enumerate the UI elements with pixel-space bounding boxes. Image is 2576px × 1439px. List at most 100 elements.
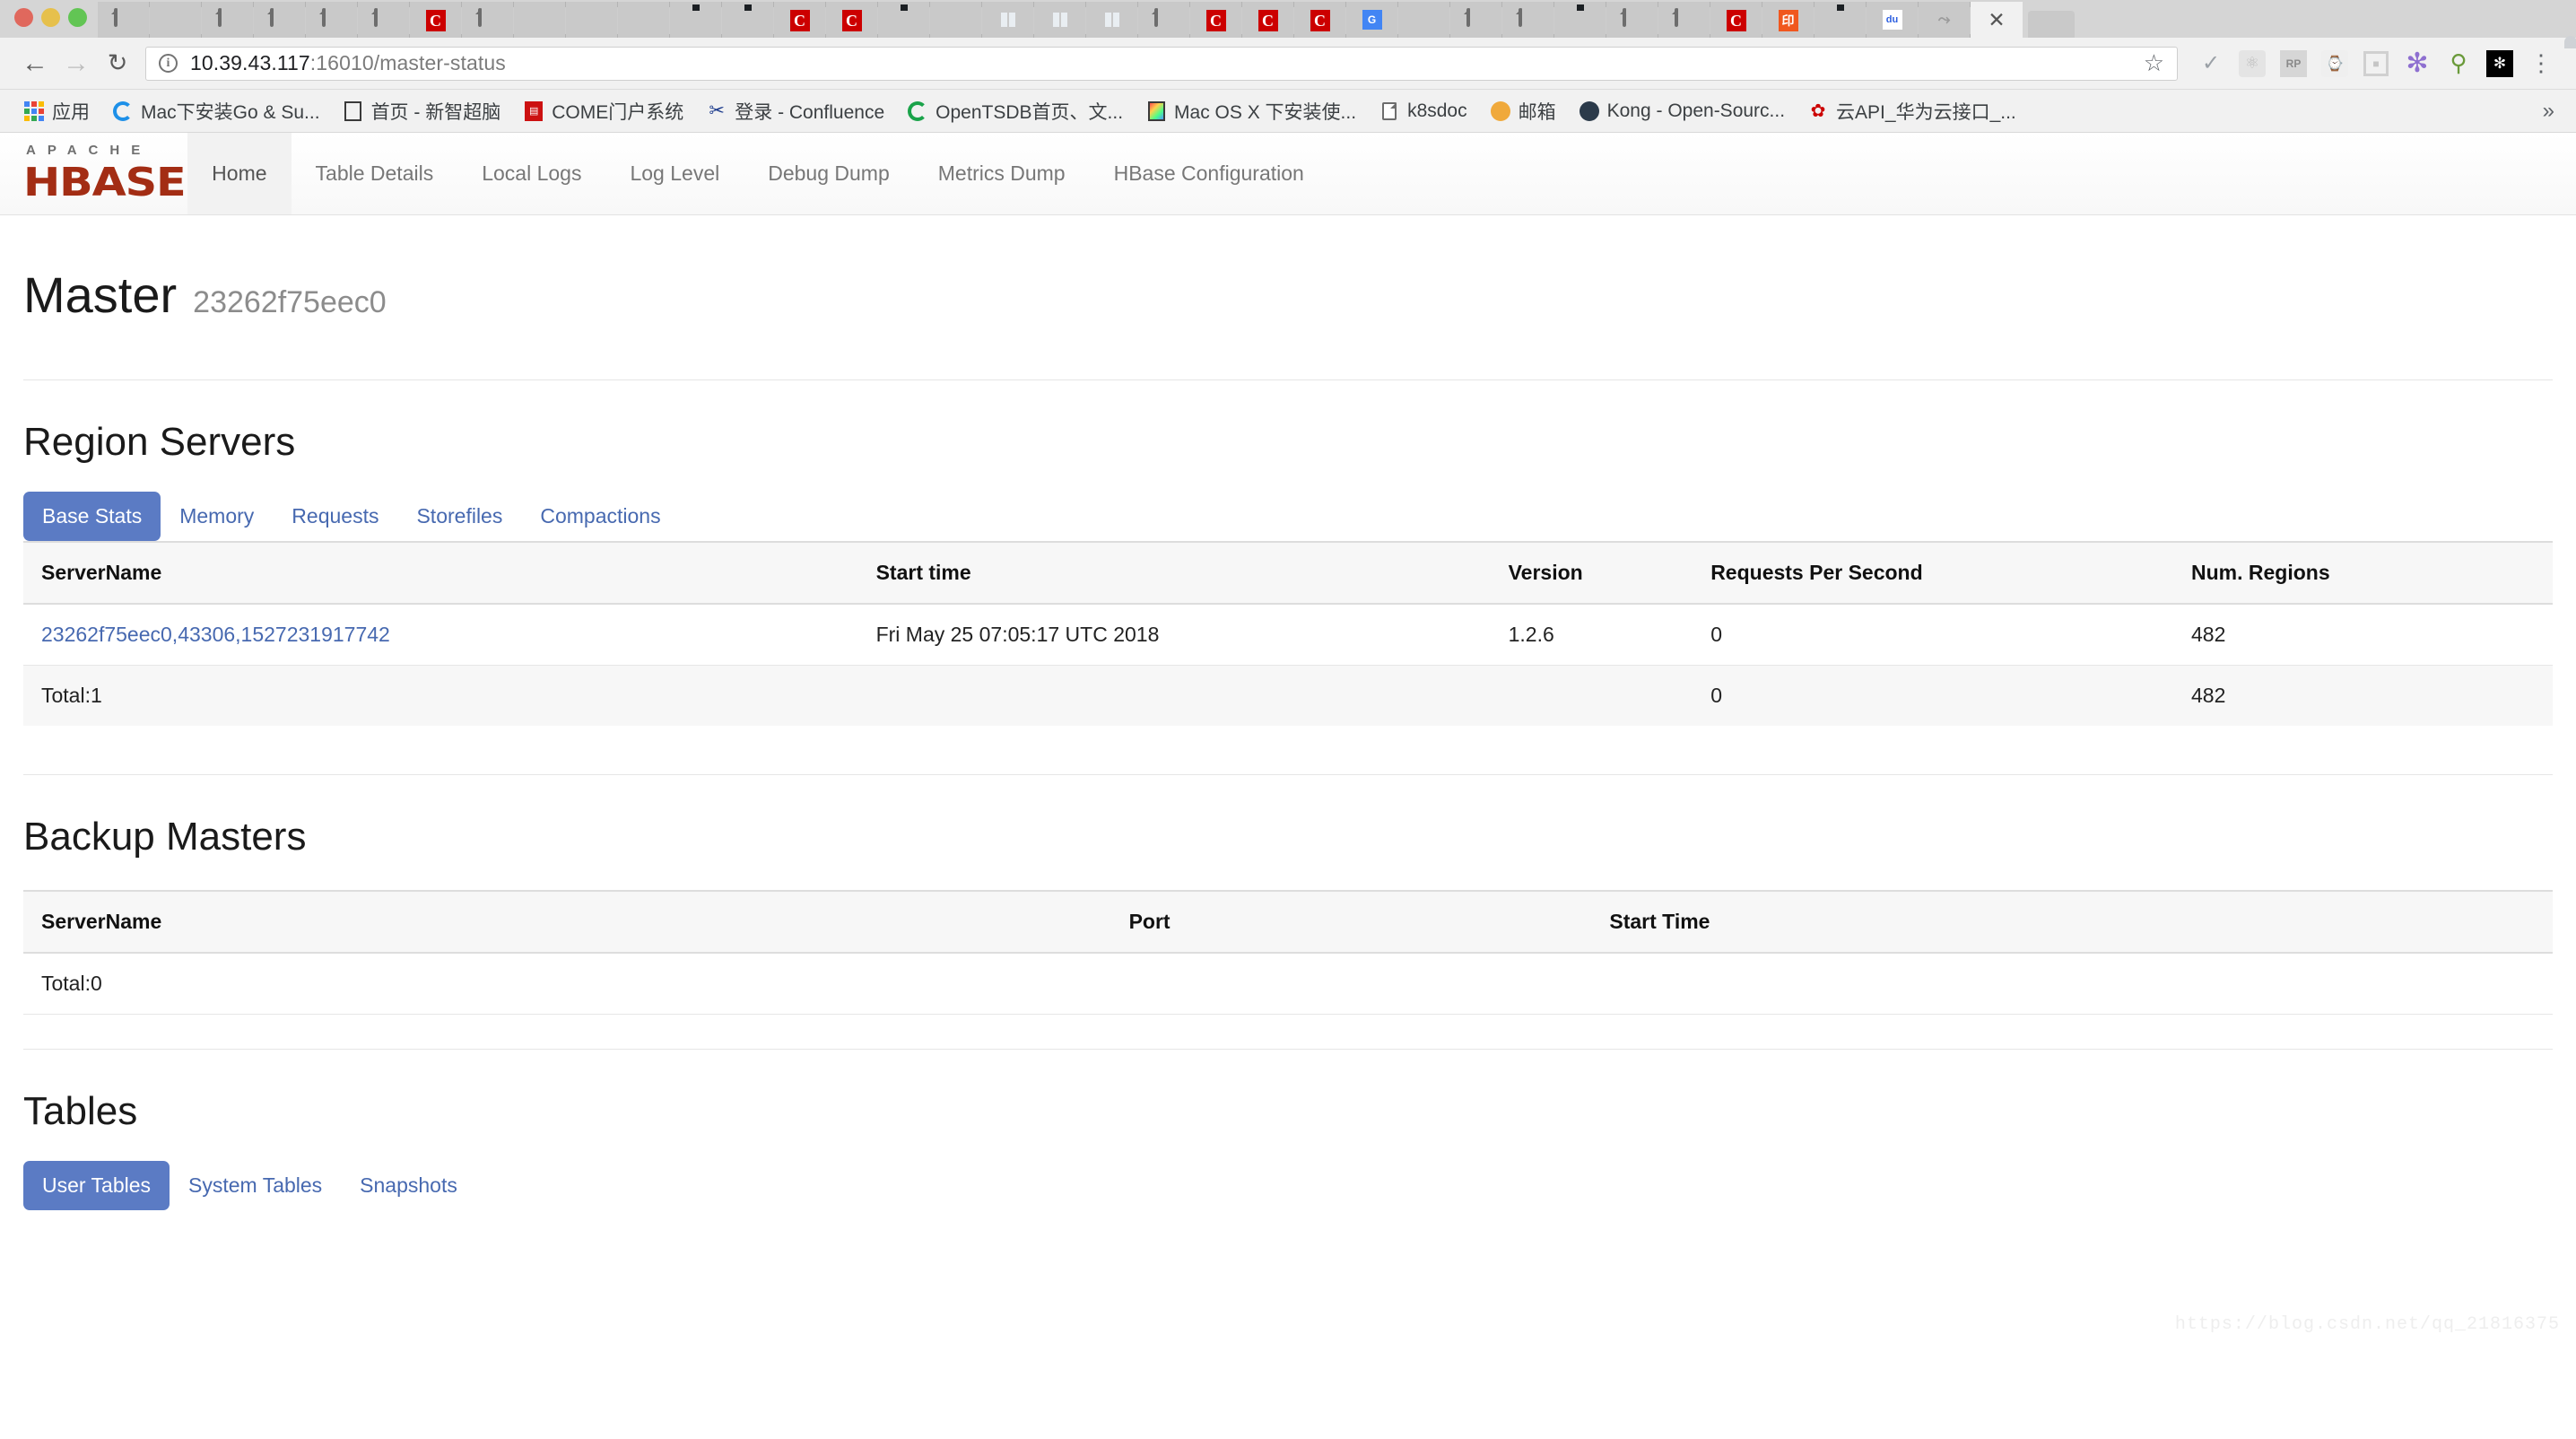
profile-avatar[interactable] bbox=[2560, 31, 2576, 38]
server-link[interactable]: 23262f75eec0,43306,1527231917742 bbox=[41, 623, 390, 646]
bookmark-item[interactable]: k8sdoc bbox=[1368, 93, 1479, 129]
browser-tab[interactable] bbox=[878, 2, 930, 38]
nav-item-local-logs[interactable]: Local Logs bbox=[457, 133, 605, 214]
confluence-icon: C bbox=[1258, 10, 1278, 31]
rs-tab-compactions[interactable]: Compactions bbox=[521, 492, 679, 541]
browser-tab[interactable]: du bbox=[1867, 2, 1919, 38]
browser-tab[interactable] bbox=[566, 2, 618, 38]
bookmarks-overflow-button[interactable]: » bbox=[2543, 99, 2563, 124]
bookmark-item[interactable]: 应用 bbox=[13, 93, 101, 129]
bookmark-item[interactable]: ✂ 登录 - Confluence bbox=[695, 93, 896, 129]
browser-tab[interactable] bbox=[150, 2, 202, 38]
hummingbird-icon[interactable]: ✓ bbox=[2190, 43, 2232, 84]
browser-tab[interactable]: C bbox=[774, 2, 826, 38]
tables-tab-user-tables[interactable]: User Tables bbox=[23, 1161, 170, 1210]
bookmark-label: 应用 bbox=[52, 101, 90, 123]
qr-code-icon[interactable]: ■ bbox=[2355, 43, 2397, 84]
browser-tab[interactable] bbox=[1502, 2, 1554, 38]
cross-star-icon[interactable]: ✻ bbox=[2397, 43, 2438, 84]
rs-tab-storefiles[interactable]: Storefiles bbox=[397, 492, 521, 541]
magnifier-extension-icon[interactable]: ⚲ bbox=[2438, 43, 2479, 84]
close-window-button[interactable] bbox=[14, 8, 33, 27]
browser-tab[interactable]: C bbox=[1190, 2, 1242, 38]
table-total-row: Total:0 bbox=[23, 953, 2553, 1015]
chrome-menu-icon[interactable]: ⋮ bbox=[2520, 43, 2562, 84]
tables-tab-system-tables[interactable]: System Tables bbox=[170, 1161, 341, 1210]
browser-tab[interactable] bbox=[1398, 2, 1450, 38]
browser-tab[interactable] bbox=[1658, 2, 1710, 38]
browser-tab[interactable]: C bbox=[1242, 2, 1294, 38]
cell-num-regions: 482 bbox=[2172, 604, 2553, 666]
bookmark-item[interactable]: 邮箱 bbox=[1479, 93, 1568, 129]
nav-item-table-details[interactable]: Table Details bbox=[292, 133, 458, 214]
hbase-logo[interactable]: APACHE HBASE bbox=[0, 133, 187, 214]
browser-tab[interactable] bbox=[202, 2, 254, 38]
browser-tab[interactable]: C bbox=[826, 2, 878, 38]
reload-button[interactable]: ↻ bbox=[97, 43, 138, 84]
apache-icon bbox=[634, 10, 654, 30]
nav-item-home[interactable]: Home bbox=[187, 133, 292, 214]
forward-button[interactable]: → bbox=[56, 43, 97, 84]
browser-tab[interactable] bbox=[306, 2, 358, 38]
browser-tab[interactable]: ⤳ bbox=[1919, 2, 1971, 38]
browser-tab[interactable] bbox=[1138, 2, 1190, 38]
page-title-row: Master 23262f75eec0 bbox=[23, 215, 2553, 324]
nav-item-hbase-configuration[interactable]: HBase Configuration bbox=[1090, 133, 1328, 214]
nav-item-metrics-dump[interactable]: Metrics Dump bbox=[914, 133, 1090, 214]
bookmark-item[interactable]: ▤ COME门户系统 bbox=[512, 93, 695, 129]
rs-tab-base-stats[interactable]: Base Stats bbox=[23, 492, 161, 541]
colorwheel-icon[interactable]: ✻ bbox=[2479, 43, 2520, 84]
cell-requests-per-second: 0 bbox=[1693, 604, 2173, 666]
rs-tab-memory[interactable]: Memory bbox=[161, 492, 273, 541]
browser-tab[interactable]: C bbox=[410, 2, 462, 38]
minimize-window-button[interactable] bbox=[41, 8, 60, 27]
react-devtools-icon[interactable]: ⚛ bbox=[2232, 43, 2273, 84]
address-bar[interactable]: i 10.39.43.117:16010/master-status ☆ bbox=[145, 46, 2178, 81]
rs-tab-requests[interactable]: Requests bbox=[273, 492, 397, 541]
nav-item-log-level[interactable]: Log Level bbox=[605, 133, 744, 214]
sitemap-icon[interactable]: ⌚ bbox=[2314, 43, 2355, 84]
browser-tab[interactable]: 印 bbox=[1762, 2, 1815, 38]
browser-tab[interactable] bbox=[1034, 2, 1086, 38]
browser-tab[interactable]: G bbox=[1346, 2, 1398, 38]
nav-item-debug-dump[interactable]: Debug Dump bbox=[744, 133, 914, 214]
browser-tab[interactable] bbox=[1450, 2, 1502, 38]
site-info-icon[interactable]: i bbox=[159, 54, 178, 73]
browser-tab[interactable] bbox=[670, 2, 722, 38]
bookmark-item[interactable]: ✿ 云API_华为云接口_... bbox=[1797, 93, 2028, 129]
browser-window: C C C C C C G C 印 du ⤳ ✕ ← → ↻ i 10.39.43.117:16010… bbox=[0, 0, 2576, 1439]
page-icon bbox=[113, 8, 134, 30]
column-num-regions: Num. Regions bbox=[2172, 541, 2553, 605]
bookmark-item[interactable]: Mac下安装Go & Su... bbox=[101, 93, 332, 129]
navigation-toolbar: ← → ↻ i 10.39.43.117:16010/master-status… bbox=[0, 38, 2576, 90]
page-title-host: 23262f75eec0 bbox=[193, 285, 387, 319]
browser-tab[interactable] bbox=[1086, 2, 1138, 38]
browser-tab[interactable] bbox=[722, 2, 774, 38]
browser-tab[interactable] bbox=[1815, 2, 1867, 38]
bookmark-item[interactable]: 首页 - 新智超脑 bbox=[332, 93, 513, 129]
browser-tab[interactable] bbox=[358, 2, 410, 38]
github-icon bbox=[1831, 10, 1850, 30]
browser-tab[interactable] bbox=[254, 2, 306, 38]
browser-tab[interactable] bbox=[982, 2, 1034, 38]
maximize-window-button[interactable] bbox=[68, 8, 87, 27]
confluence-icon: C bbox=[789, 10, 810, 31]
bookmark-star-icon[interactable]: ☆ bbox=[2144, 49, 2164, 77]
browser-tab[interactable] bbox=[618, 2, 670, 38]
browser-tab[interactable] bbox=[462, 2, 514, 38]
bookmark-item[interactable]: OpenTSDB首页、文... bbox=[896, 93, 1135, 129]
browser-tab[interactable] bbox=[1554, 2, 1606, 38]
tables-tab-snapshots[interactable]: Snapshots bbox=[341, 1161, 476, 1210]
browser-tab[interactable]: C bbox=[1294, 2, 1346, 38]
browser-tab[interactable] bbox=[1606, 2, 1658, 38]
rp-extension-icon[interactable]: RP bbox=[2273, 43, 2314, 84]
bookmark-item[interactable]: Mac OS X 下安装使... bbox=[1135, 93, 1368, 129]
browser-tab[interactable] bbox=[98, 2, 150, 38]
browser-tab[interactable]: C bbox=[1710, 2, 1762, 38]
close-tab-button[interactable]: ✕ bbox=[1971, 2, 2023, 38]
bookmark-item[interactable]: Kong - Open-Sourc... bbox=[1568, 93, 1797, 129]
browser-tab[interactable] bbox=[930, 2, 982, 38]
browser-tab[interactable] bbox=[514, 2, 566, 38]
back-button[interactable]: ← bbox=[14, 43, 56, 84]
new-tab-button[interactable] bbox=[2028, 11, 2075, 38]
